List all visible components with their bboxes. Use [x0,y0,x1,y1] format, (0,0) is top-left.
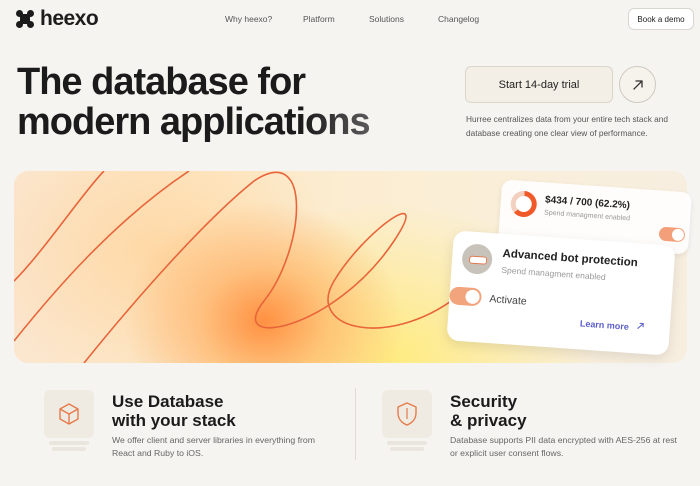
nav-link-solutions[interactable]: Solutions [369,14,404,24]
spend-toggle[interactable] [658,226,686,243]
feature-title: Security & privacy [450,392,680,430]
learn-more-label: Learn more [579,318,630,332]
spend-amount: $434 / 700 (62.2%) [544,194,631,212]
feature-description: Database supports PII data encrypted wit… [450,435,677,458]
hero-title-line1: The database for [17,61,306,103]
feature-icon-shadow [49,441,89,445]
feature-title-line1: Security [450,392,518,411]
feature-title-line1: Use Database [112,392,224,411]
arrow-up-right-icon [636,322,644,329]
learn-more-link[interactable]: Learn more [580,317,645,332]
feature-divider [355,388,356,460]
hero-arrow-button[interactable] [619,66,656,103]
bot-card-subtitle: Spend managment enabled [501,264,607,283]
shield-icon [397,402,417,426]
start-trial-button[interactable]: Start 14-day trial [465,66,613,103]
hero-description: Hurree centralizes data from your entire… [466,114,668,138]
feature-description: We offer client and server libraries in … [112,435,315,458]
feature-title-line2: with your stack [112,411,236,430]
feature-icon-shadow [387,441,427,445]
feature-icon-shadow [390,447,424,451]
feature-icon-shadow [52,447,86,451]
hero-title-line2: modern applications [17,102,437,142]
top-nav: heexo Why heexo? Platform Solutions Chan… [0,0,700,38]
bot-avatar [461,243,494,276]
activate-label: Activate [488,293,528,308]
nav-links: Why heexo? Platform Solutions Changelog [0,14,700,26]
cube-icon [59,403,79,425]
arrow-up-right-icon [632,79,643,90]
nav-link-changelog[interactable]: Changelog [438,14,479,24]
activate-toggle[interactable] [448,286,483,307]
feature-icon-box [382,390,432,438]
spend-progress-ring [509,190,538,218]
hero-title: The database for modern applications [17,62,437,142]
nav-link-platform[interactable]: Platform [303,14,335,24]
nav-link-why[interactable]: Why heexo? [225,14,272,24]
book-demo-button[interactable]: Book a demo [628,8,694,30]
feature-icon-box [44,390,94,438]
feature-title: Use Database with your stack [112,392,342,430]
spend-subtitle: Spend managment enabled [543,209,631,223]
feature-title-line2: & privacy [450,411,527,430]
bot-protection-card: Advanced bot protection Spend managment … [446,230,676,356]
